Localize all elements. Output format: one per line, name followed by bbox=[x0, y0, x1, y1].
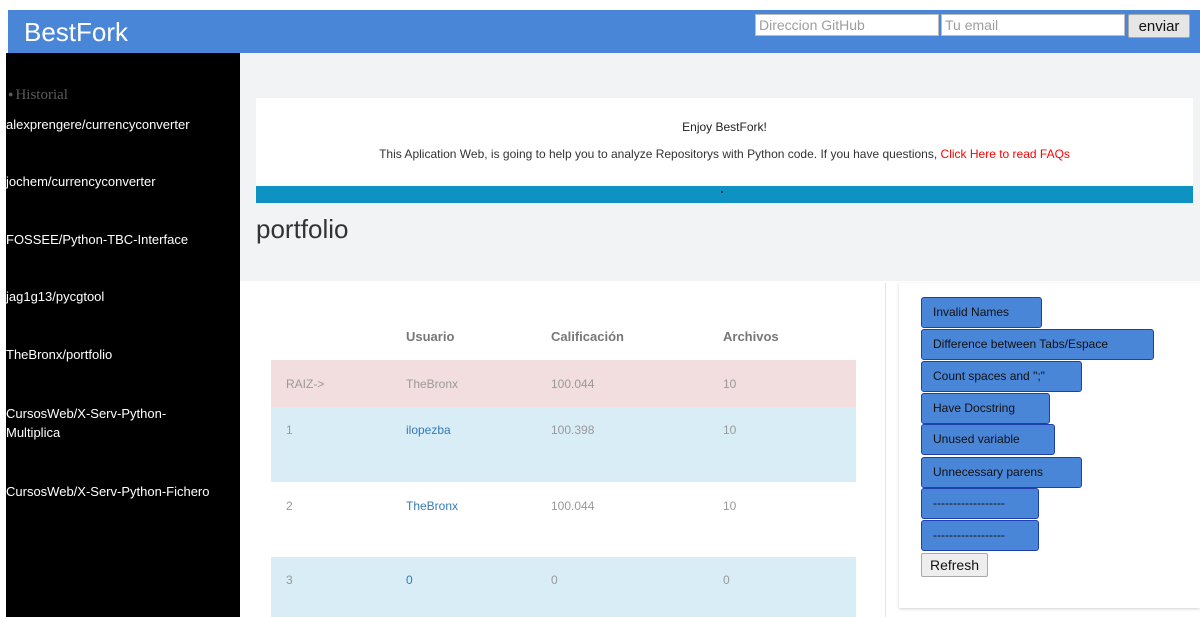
sidebar-item-repo[interactable]: TheBronx/portfolio bbox=[6, 345, 234, 364]
github-url-input[interactable] bbox=[755, 14, 939, 36]
faq-link[interactable]: Click Here to read FAQs bbox=[941, 147, 1070, 161]
metric-tabs-spaces-button[interactable]: Difference between Tabs/Espace bbox=[921, 329, 1154, 360]
send-button[interactable]: enviar bbox=[1128, 14, 1190, 38]
metric-unused-variable-button[interactable]: Unused variable bbox=[921, 424, 1055, 455]
sidebar-item-repo[interactable]: jag1g13/pycgtool bbox=[6, 287, 234, 306]
row-user-link[interactable]: 0 bbox=[406, 573, 413, 587]
sidebar-item-repo[interactable]: CursosWeb/X-Serv-Python-Fichero bbox=[6, 482, 234, 501]
table-row: 2 TheBronx 100.044 10 bbox=[271, 482, 856, 557]
row-score: 100.044 bbox=[551, 377, 595, 391]
top-navbar: BestFork enviar bbox=[8, 10, 1200, 53]
banner-text: This Aplication Web, is going to help yo… bbox=[379, 147, 941, 161]
banner-bar bbox=[256, 186, 1193, 203]
repository-title: portfolio bbox=[256, 214, 349, 244]
sidebar-item-repo[interactable]: alexprengere/currencyconverter bbox=[6, 115, 234, 134]
metric-invalid-names-button[interactable]: Invalid Names bbox=[921, 297, 1042, 328]
row-score: 100.044 bbox=[551, 499, 595, 513]
row-user: TheBronx bbox=[406, 377, 459, 391]
row-files: 10 bbox=[723, 377, 737, 391]
welcome-banner: Enjoy BestFork! This Aplication Web, is … bbox=[256, 98, 1193, 186]
metric-placeholder-button[interactable]: ------------------ bbox=[921, 520, 1039, 551]
metric-count-spaces-button[interactable]: Count spaces and ";" bbox=[921, 361, 1082, 392]
brand-logo[interactable]: BestFork bbox=[24, 17, 128, 48]
banner-title: Enjoy BestFork! bbox=[682, 120, 767, 134]
table-row: 1 ilopezba 100.398 10 bbox=[271, 407, 856, 482]
banner-description: This Aplication Web, is going to help yo… bbox=[256, 147, 1193, 161]
history-heading: ● Historial bbox=[8, 87, 68, 104]
column-header-score: Calificación bbox=[551, 329, 624, 344]
column-header-files: Archivos bbox=[723, 329, 779, 344]
table-row: 3 0 0 0 bbox=[271, 557, 856, 617]
row-score: 100.398 bbox=[551, 423, 595, 437]
row-score: 0 bbox=[551, 573, 558, 587]
row-files: 0 bbox=[723, 573, 730, 587]
row-rank: 3 bbox=[286, 573, 293, 587]
row-user-link[interactable]: TheBronx bbox=[406, 499, 458, 513]
metric-unnecessary-parens-button[interactable]: Unnecessary parens bbox=[921, 457, 1082, 488]
row-rank: 1 bbox=[286, 423, 293, 437]
metric-docstring-button[interactable]: Have Docstring bbox=[921, 393, 1050, 424]
refresh-button[interactable]: Refresh bbox=[921, 553, 988, 577]
row-files: 10 bbox=[723, 423, 737, 437]
sidebar-item-repo[interactable]: CursosWeb/X-Serv-Python-Multiplica bbox=[6, 404, 206, 442]
sidebar-item-repo[interactable]: FOSSEE/Python-TBC-Interface bbox=[6, 230, 234, 249]
row-user-link[interactable]: ilopezba bbox=[406, 423, 451, 437]
sidebar-item-repo[interactable]: jochem/currencyconverter bbox=[6, 172, 234, 191]
row-rank: 2 bbox=[286, 499, 293, 513]
panel-divider bbox=[885, 283, 886, 617]
metric-placeholder-button[interactable]: ------------------ bbox=[921, 488, 1039, 519]
history-label: Historial bbox=[15, 87, 68, 103]
row-files: 10 bbox=[723, 499, 737, 513]
banner-bar-dot bbox=[721, 191, 723, 193]
table-row-root: RAIZ-> TheBronx 100.044 10 bbox=[271, 360, 856, 407]
email-input[interactable] bbox=[941, 14, 1125, 36]
sidebar: ● Historial alexprengere/currencyconverte… bbox=[6, 53, 240, 617]
column-header-user: Usuario bbox=[406, 329, 455, 344]
row-rank: RAIZ-> bbox=[286, 377, 325, 391]
bullet-icon: ● bbox=[8, 89, 14, 99]
